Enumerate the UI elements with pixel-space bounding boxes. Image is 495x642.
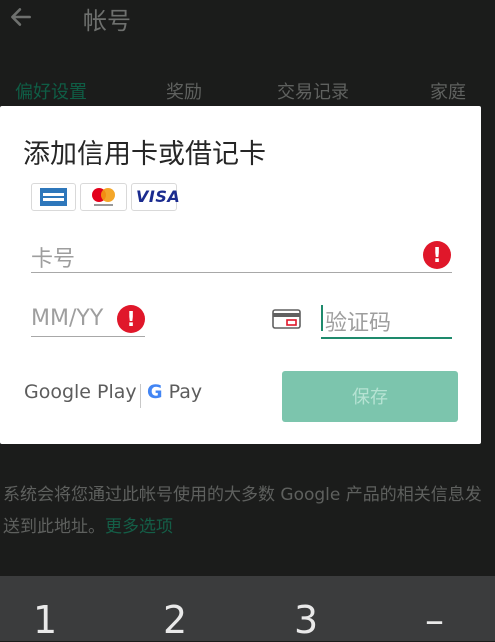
cvc-card-icon: [272, 309, 301, 329]
card-number-input[interactable]: [31, 272, 452, 273]
visa-label: VISA: [136, 187, 181, 206]
amex-card-logo: [31, 183, 76, 211]
key-1[interactable]: 1: [33, 598, 57, 642]
key-2[interactable]: 2: [163, 598, 187, 642]
amex-icon: [40, 188, 67, 206]
info-text: 系统会将您通过此帐号使用的大多数 Google 产品的相关信息发送到此地址。更多…: [3, 479, 483, 543]
expiry-placeholder: MM/YY: [31, 306, 104, 331]
tab-transactions[interactable]: 交易记录: [277, 78, 349, 104]
key-minus[interactable]: –: [425, 598, 444, 642]
cvc-input[interactable]: [321, 337, 452, 339]
google-play-logo: Google Play: [24, 381, 137, 403]
gpay-logo: G Pay: [147, 381, 202, 403]
gpay-g-letter: G: [147, 381, 163, 403]
expiry-input[interactable]: [31, 336, 145, 337]
tab-preferences[interactable]: 偏好设置: [15, 78, 87, 104]
app-bar: 帐号: [0, 0, 495, 40]
mastercard-logo: [80, 183, 127, 211]
tab-rewards[interactable]: 奖励: [166, 78, 202, 104]
info-description: 系统会将您通过此帐号使用的大多数 Google 产品的相关信息发送到此地址。: [3, 485, 482, 537]
logo-separator: [140, 384, 141, 408]
dialog-title: 添加信用卡或借记卡: [23, 139, 266, 170]
key-3[interactable]: 3: [294, 598, 318, 642]
page-title: 帐号: [83, 7, 131, 35]
cvc-placeholder: 验证码: [325, 311, 392, 336]
numeric-keypad: 1 2 3 –: [0, 576, 495, 642]
text-cursor: [321, 305, 323, 331]
tab-family[interactable]: 家庭: [430, 78, 466, 104]
card-number-error-icon: !: [423, 241, 451, 269]
more-options-link[interactable]: 更多选项: [105, 517, 173, 537]
visa-card-logo: VISA: [131, 183, 181, 211]
gpay-pay-label: Pay: [168, 381, 203, 403]
expiry-error-icon: !: [117, 305, 145, 333]
back-arrow-icon[interactable]: [8, 4, 34, 30]
card-number-placeholder: 卡号: [31, 247, 76, 272]
save-button[interactable]: 保存: [282, 371, 458, 422]
mastercard-icon: [92, 188, 115, 206]
